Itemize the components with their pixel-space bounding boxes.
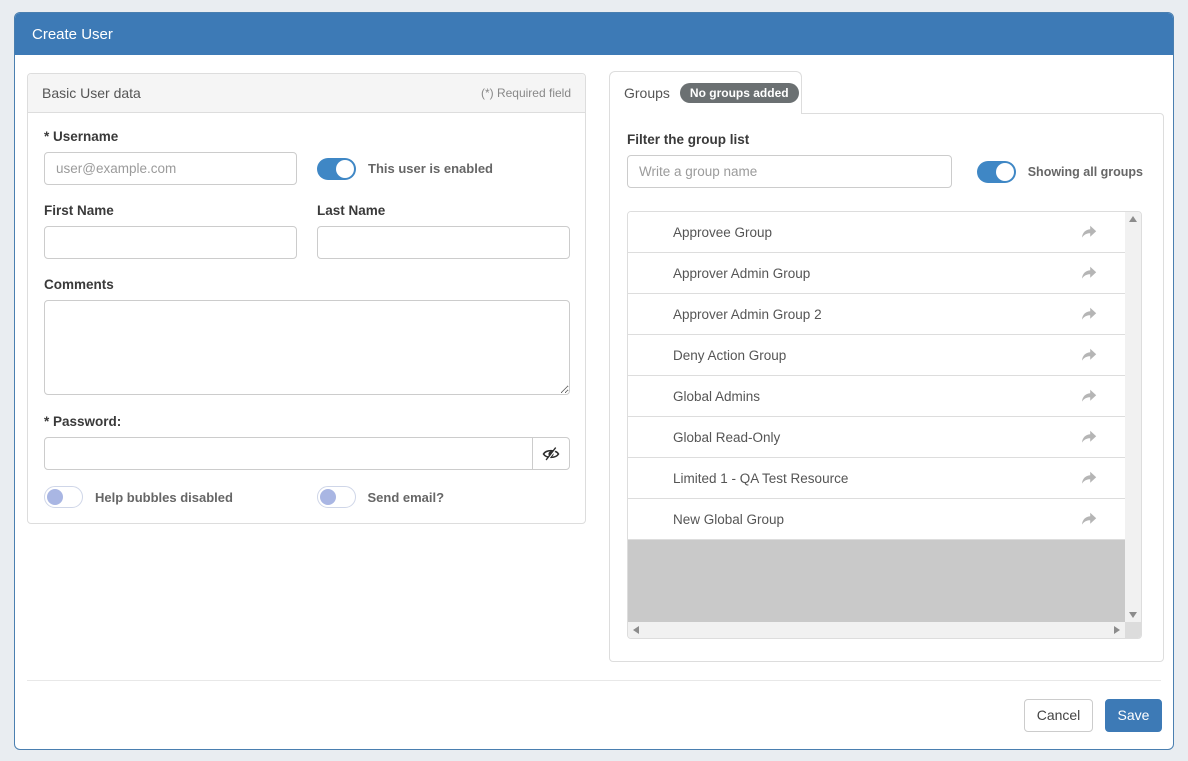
- group-list-empty-area: [628, 540, 1125, 622]
- group-list-item[interactable]: Approvee Group: [628, 212, 1125, 253]
- user-enabled-label: This user is enabled: [368, 161, 493, 176]
- horizontal-scrollbar[interactable]: [628, 622, 1125, 638]
- basic-panel-header: Basic User data (*) Required field: [28, 74, 585, 113]
- group-name: Approver Admin Group: [673, 266, 1081, 281]
- scroll-up-icon[interactable]: [1129, 216, 1137, 222]
- tab-groups[interactable]: Groups No groups added: [609, 71, 802, 114]
- no-groups-badge: No groups added: [680, 83, 799, 103]
- modal-title: Create User: [32, 26, 113, 43]
- scroll-right-icon[interactable]: [1114, 626, 1120, 634]
- help-bubbles-toggle[interactable]: [44, 486, 83, 508]
- last-name-input[interactable]: [317, 226, 570, 259]
- showing-all-groups-toggle[interactable]: [977, 161, 1016, 183]
- group-list-item[interactable]: Global Read-Only: [628, 417, 1125, 458]
- first-name-input[interactable]: [44, 226, 297, 259]
- basic-panel-body: * Username This user is enabled First Na…: [28, 113, 585, 523]
- modal-header: Create User: [15, 13, 1173, 55]
- add-group-arrow-icon[interactable]: [1081, 471, 1097, 485]
- group-list-item[interactable]: Global Admins: [628, 376, 1125, 417]
- scrollbar-corner: [1125, 622, 1141, 638]
- add-group-arrow-icon[interactable]: [1081, 225, 1097, 239]
- showing-all-groups-label: Showing all groups: [1028, 165, 1143, 179]
- last-name-label: Last Name: [317, 203, 570, 218]
- toggle-knob: [47, 489, 63, 505]
- group-list-item[interactable]: Deny Action Group: [628, 335, 1125, 376]
- group-name: Approver Admin Group 2: [673, 307, 1081, 322]
- group-name: New Global Group: [673, 512, 1081, 527]
- toggle-knob: [996, 163, 1014, 181]
- password-label: * Password:: [44, 414, 569, 429]
- cancel-button[interactable]: Cancel: [1024, 699, 1093, 732]
- create-user-modal: Create User Basic User data (*) Required…: [14, 12, 1174, 750]
- save-button[interactable]: Save: [1105, 699, 1162, 732]
- show-password-button[interactable]: [532, 437, 570, 470]
- send-email-toggle[interactable]: [317, 486, 356, 508]
- basic-panel-title: Basic User data: [42, 85, 141, 101]
- basic-user-data-panel: Basic User data (*) Required field * Use…: [27, 73, 586, 524]
- group-name: Deny Action Group: [673, 348, 1081, 363]
- group-filter-input[interactable]: [627, 155, 952, 188]
- group-list-item[interactable]: Approver Admin Group 2: [628, 294, 1125, 335]
- scroll-down-icon[interactable]: [1129, 612, 1137, 618]
- group-name: Limited 1 - QA Test Resource: [673, 471, 1081, 486]
- scroll-left-icon[interactable]: [633, 626, 639, 634]
- filter-group-list-label: Filter the group list: [627, 132, 1143, 147]
- username-input[interactable]: [44, 152, 297, 185]
- user-enabled-toggle[interactable]: [317, 158, 356, 180]
- first-name-label: First Name: [44, 203, 297, 218]
- groups-panel: Filter the group list Showing all groups…: [609, 113, 1164, 662]
- group-name: Global Admins: [673, 389, 1081, 404]
- group-list-item[interactable]: New Global Group: [628, 499, 1125, 540]
- password-input[interactable]: [44, 437, 533, 470]
- modal-body: Basic User data (*) Required field * Use…: [15, 55, 1173, 681]
- comments-label: Comments: [44, 277, 569, 292]
- toggle-knob: [320, 489, 336, 505]
- add-group-arrow-icon[interactable]: [1081, 266, 1097, 280]
- eye-slash-icon: [542, 446, 560, 462]
- help-bubbles-label: Help bubbles disabled: [95, 490, 233, 505]
- comments-textarea[interactable]: [44, 300, 570, 395]
- group-list-item[interactable]: Approver Admin Group: [628, 253, 1125, 294]
- add-group-arrow-icon[interactable]: [1081, 512, 1097, 526]
- add-group-arrow-icon[interactable]: [1081, 430, 1097, 444]
- group-rows: Approvee Group Approver Admin Group Appr…: [628, 212, 1125, 622]
- group-list: Approvee Group Approver Admin Group Appr…: [627, 211, 1142, 639]
- required-field-note: (*) Required field: [481, 86, 571, 100]
- toggle-knob: [336, 160, 354, 178]
- modal-footer: Cancel Save: [15, 681, 1173, 749]
- add-group-arrow-icon[interactable]: [1081, 307, 1097, 321]
- group-name: Global Read-Only: [673, 430, 1081, 445]
- add-group-arrow-icon[interactable]: [1081, 348, 1097, 362]
- send-email-label: Send email?: [368, 490, 445, 505]
- groups-tab-label: Groups: [624, 85, 670, 101]
- username-label: * Username: [44, 129, 569, 144]
- group-list-item[interactable]: Limited 1 - QA Test Resource: [628, 458, 1125, 499]
- vertical-scrollbar[interactable]: [1125, 212, 1141, 622]
- add-group-arrow-icon[interactable]: [1081, 389, 1097, 403]
- group-name: Approvee Group: [673, 225, 1081, 240]
